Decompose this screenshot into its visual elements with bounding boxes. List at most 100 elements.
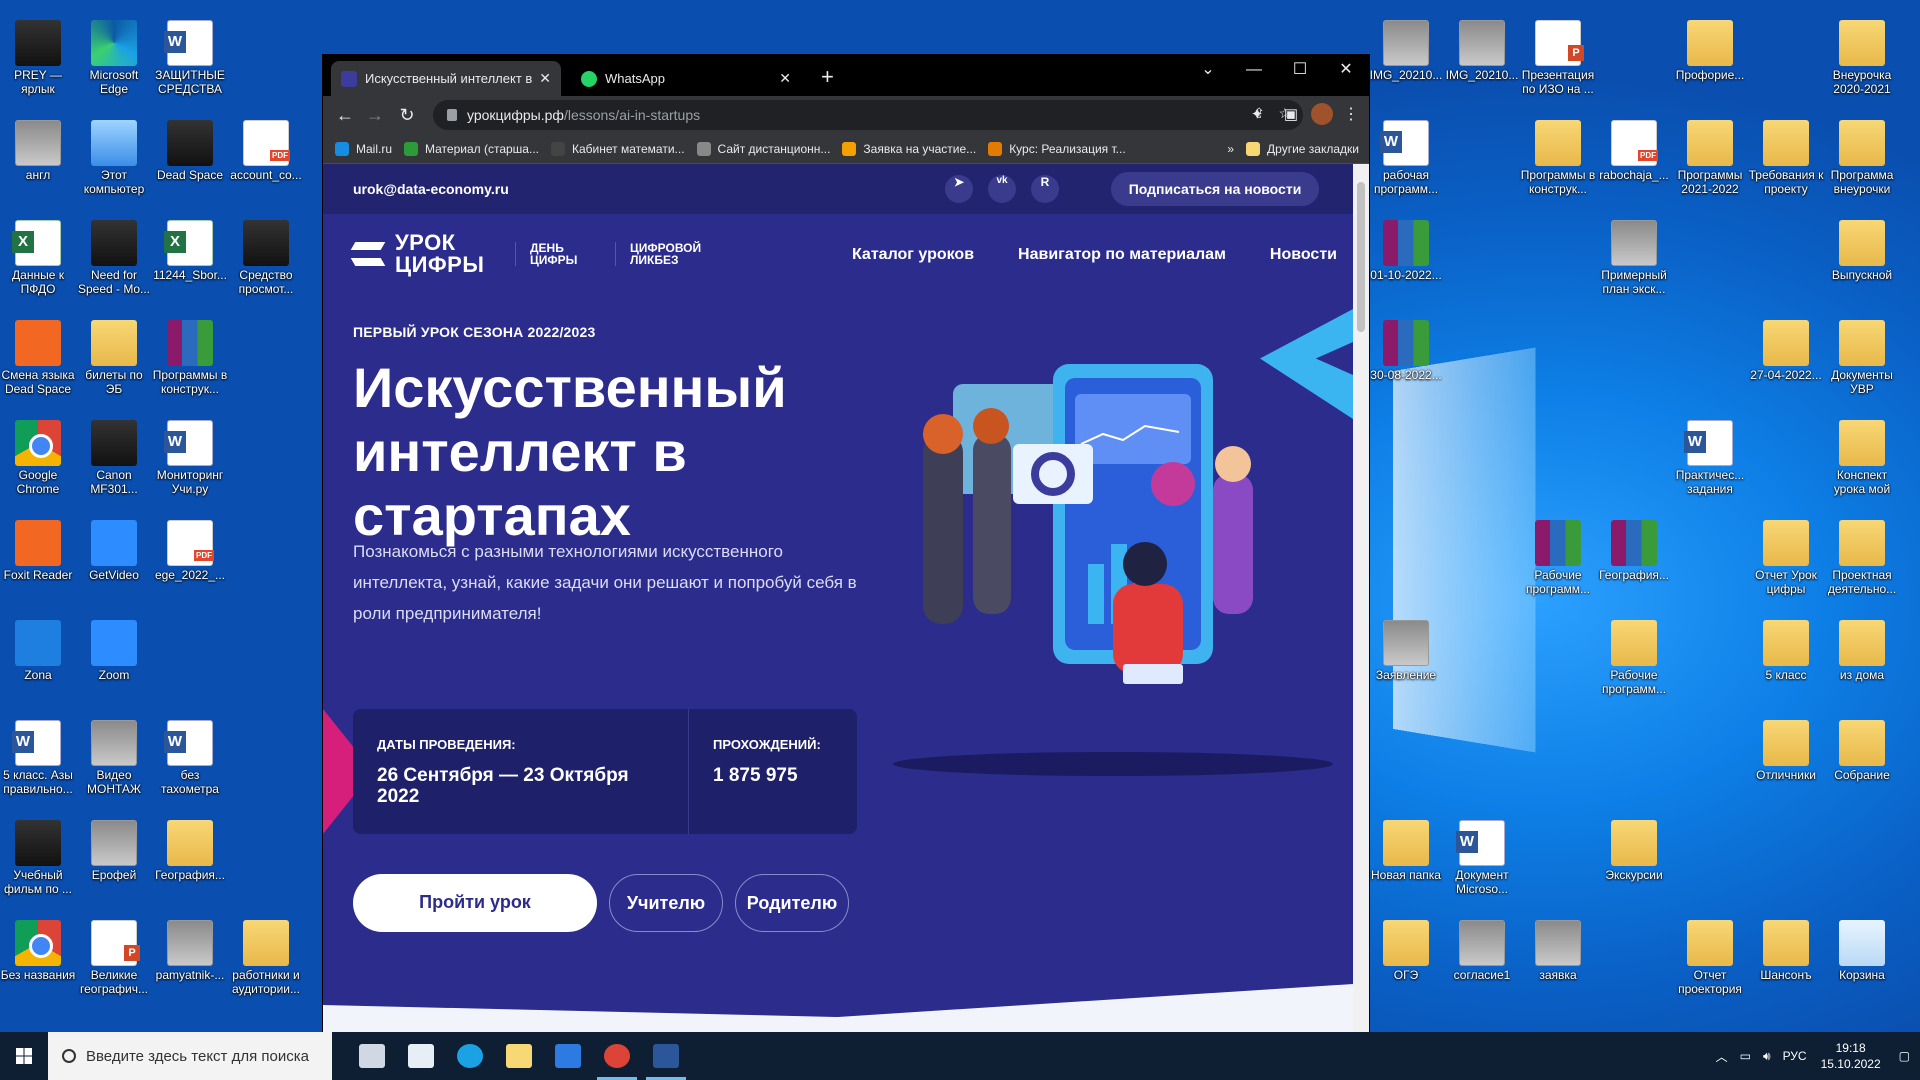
desktop-icon[interactable]: Новая папка	[1368, 820, 1444, 920]
address-bar[interactable]: урокцифры.рф/lessons/ai-in-startups ⇪ ☆	[433, 100, 1303, 130]
desktop-icon[interactable]: ОГЭ	[1368, 920, 1444, 1020]
desktop-icon[interactable]: Требования к проекту	[1748, 120, 1824, 220]
desktop-icon[interactable]: Рабочие программ...	[1520, 520, 1596, 620]
network-icon[interactable]: ▭	[1740, 1049, 1751, 1063]
bookmark-item[interactable]: Заявка на участие...	[842, 141, 976, 156]
desktop-icon[interactable]: Этот компьютер	[76, 120, 152, 220]
close-tab-icon[interactable]: ✕	[779, 70, 791, 87]
desktop-icon[interactable]: Великие географич...	[76, 920, 152, 1020]
desktop-icon[interactable]: билеты по ЭБ	[76, 320, 152, 420]
desktop-icon[interactable]: Собрание	[1824, 720, 1900, 820]
desktop-icon[interactable]: Без названия	[0, 920, 76, 1020]
desktop-icon[interactable]: 5 класс	[1748, 620, 1824, 720]
desktop-icon[interactable]: Ерофей	[76, 820, 152, 920]
bookmark-item[interactable]: Mail.ru	[335, 141, 392, 156]
desktop-icon[interactable]: Смена языка Dead Space	[0, 320, 76, 420]
taskbar-explorer[interactable]	[495, 1032, 543, 1080]
desktop-icon[interactable]: без тахометра	[152, 720, 228, 820]
taskbar-chrome[interactable]	[593, 1032, 641, 1080]
desktop-icon[interactable]: заявка	[1520, 920, 1596, 1020]
site-logo[interactable]: УРОК ЦИФРЫ ДЕНЬ ЦИФРЫ ЦИФРОВОЙ ЛИКБЕЗ	[353, 232, 711, 276]
desktop-icon[interactable]: ege_2022_...	[152, 520, 228, 620]
desktop-icon[interactable]: PREY — ярлык	[0, 20, 76, 120]
desktop-icon[interactable]: rabochaja_...	[1596, 120, 1672, 220]
scrollbar-thumb[interactable]	[1357, 182, 1365, 332]
desktop-icon[interactable]: из дома	[1824, 620, 1900, 720]
rutube-icon[interactable]: R	[1031, 175, 1059, 203]
bookmark-item[interactable]: Сайт дистанционн...	[696, 141, 830, 156]
nav-catalog[interactable]: Каталог уроков	[852, 246, 974, 264]
desktop-icon[interactable]: 27-04-2022...	[1748, 320, 1824, 420]
desktop-icon[interactable]: Данные к ПФДО	[0, 220, 76, 320]
other-bookmarks-folder[interactable]: Другие закладки	[1246, 141, 1359, 156]
desktop-icon[interactable]: работники и аудитории...	[228, 920, 304, 1020]
maximize-button[interactable]: ☐	[1277, 55, 1323, 85]
bookmark-item[interactable]: Материал (старша...	[404, 141, 539, 156]
taskbar-word[interactable]	[642, 1032, 690, 1080]
desktop-icon[interactable]: 01-10-2022...	[1368, 220, 1444, 320]
desktop-icon[interactable]: Экскурсии	[1596, 820, 1672, 920]
telegram-icon[interactable]: ➤	[945, 175, 973, 203]
close-window-button[interactable]: ✕	[1323, 55, 1369, 85]
desktop-icon[interactable]: Рабочие программ...	[1596, 620, 1672, 720]
side-panel-icon[interactable]: ▣	[1279, 103, 1303, 127]
desktop-icon[interactable]: Need for Speed - Mo...	[76, 220, 152, 320]
parent-button[interactable]: Родителю	[735, 874, 849, 932]
desktop-icon[interactable]: Презентация по ИЗО на ...	[1520, 20, 1596, 120]
bookmarks-overflow-button[interactable]: »	[1227, 142, 1234, 156]
taskbar-mail[interactable]	[544, 1032, 592, 1080]
desktop-icon[interactable]: Проектная деятельно...	[1824, 520, 1900, 620]
desktop-icon[interactable]: согласие1	[1444, 920, 1520, 1020]
desktop-icon[interactable]: Программы в конструк...	[1520, 120, 1596, 220]
taskbar-task-view[interactable]	[348, 1032, 396, 1080]
desktop-icon[interactable]: 11244_Sbor...	[152, 220, 228, 320]
tab-whatsapp[interactable]: WhatsApp ✕	[571, 61, 801, 96]
vk-icon[interactable]: vk	[988, 175, 1016, 203]
desktop-icon[interactable]: Canon MF301...	[76, 420, 152, 520]
desktop-icon[interactable]: Выпускной	[1824, 220, 1900, 320]
tab-search-button[interactable]: ⌄	[1185, 55, 1231, 85]
desktop-icon[interactable]: Документы УВР	[1824, 320, 1900, 420]
taskbar-store[interactable]	[397, 1032, 445, 1080]
desktop-icon[interactable]: Google Chrome	[0, 420, 76, 520]
desktop-icon[interactable]: География...	[152, 820, 228, 920]
teacher-button[interactable]: Учителю	[609, 874, 723, 932]
desktop-icon[interactable]: Microsoft Edge	[76, 20, 152, 120]
desktop-icon[interactable]: Программы 2021-2022	[1672, 120, 1748, 220]
desktop-icon[interactable]: Отчет проектория	[1672, 920, 1748, 1020]
desktop-icon[interactable]: account_co...	[228, 120, 304, 220]
desktop-icon[interactable]: География...	[1596, 520, 1672, 620]
taskbar-search[interactable]: Введите здесь текст для поиска	[48, 1032, 332, 1080]
nav-news[interactable]: Новости	[1270, 246, 1337, 264]
desktop-icon[interactable]: Средство просмот...	[228, 220, 304, 320]
desktop-icon[interactable]: Отличники	[1748, 720, 1824, 820]
desktop-icon[interactable]: Dead Space	[152, 120, 228, 220]
desktop-icon[interactable]: Foxit Reader	[0, 520, 76, 620]
clock[interactable]: 19:18 15.10.2022	[1821, 1040, 1881, 1072]
extensions-icon[interactable]: ✦	[1245, 103, 1269, 127]
tab-ai-startups[interactable]: Искусственный интеллект в ста ✕	[331, 61, 561, 96]
desktop-icon[interactable]: 5 класс. Азы правильно...	[0, 720, 76, 820]
desktop-icon[interactable]: англ	[0, 120, 76, 220]
desktop-icon[interactable]: Внеурочка 2020-2021	[1824, 20, 1900, 120]
profile-avatar[interactable]	[1311, 103, 1333, 125]
desktop-icon[interactable]: Видео МОНТАЖ	[76, 720, 152, 820]
desktop-icon[interactable]: Учебный фильм по ...	[0, 820, 76, 920]
new-tab-button[interactable]: +	[821, 64, 834, 90]
desktop-icon[interactable]: Программы в конструк...	[152, 320, 228, 420]
start-button[interactable]	[0, 1032, 48, 1080]
desktop-icon[interactable]: GetVideo	[76, 520, 152, 620]
forward-icon[interactable]: →	[363, 103, 387, 127]
nav-navigator[interactable]: Навигатор по материалам	[1018, 246, 1226, 264]
contact-email[interactable]: urok@data-economy.ru	[353, 181, 509, 197]
desktop-icon[interactable]: рабочая программ...	[1368, 120, 1444, 220]
notifications-icon[interactable]: ▢	[1899, 1049, 1910, 1063]
desktop-icon[interactable]: Примерный план экск...	[1596, 220, 1672, 320]
logo-den-cifry[interactable]: ДЕНЬ ЦИФРЫ	[515, 242, 603, 266]
desktop-icon[interactable]: IMG_20210...	[1368, 20, 1444, 120]
desktop-icon[interactable]: Zona	[0, 620, 76, 720]
close-tab-icon[interactable]: ✕	[539, 70, 551, 87]
desktop-icon[interactable]: pamyatnik-...	[152, 920, 228, 1020]
bookmark-item[interactable]: Кабинет математи...	[551, 141, 685, 156]
subscribe-button[interactable]: Подписаться на новости	[1111, 172, 1319, 206]
